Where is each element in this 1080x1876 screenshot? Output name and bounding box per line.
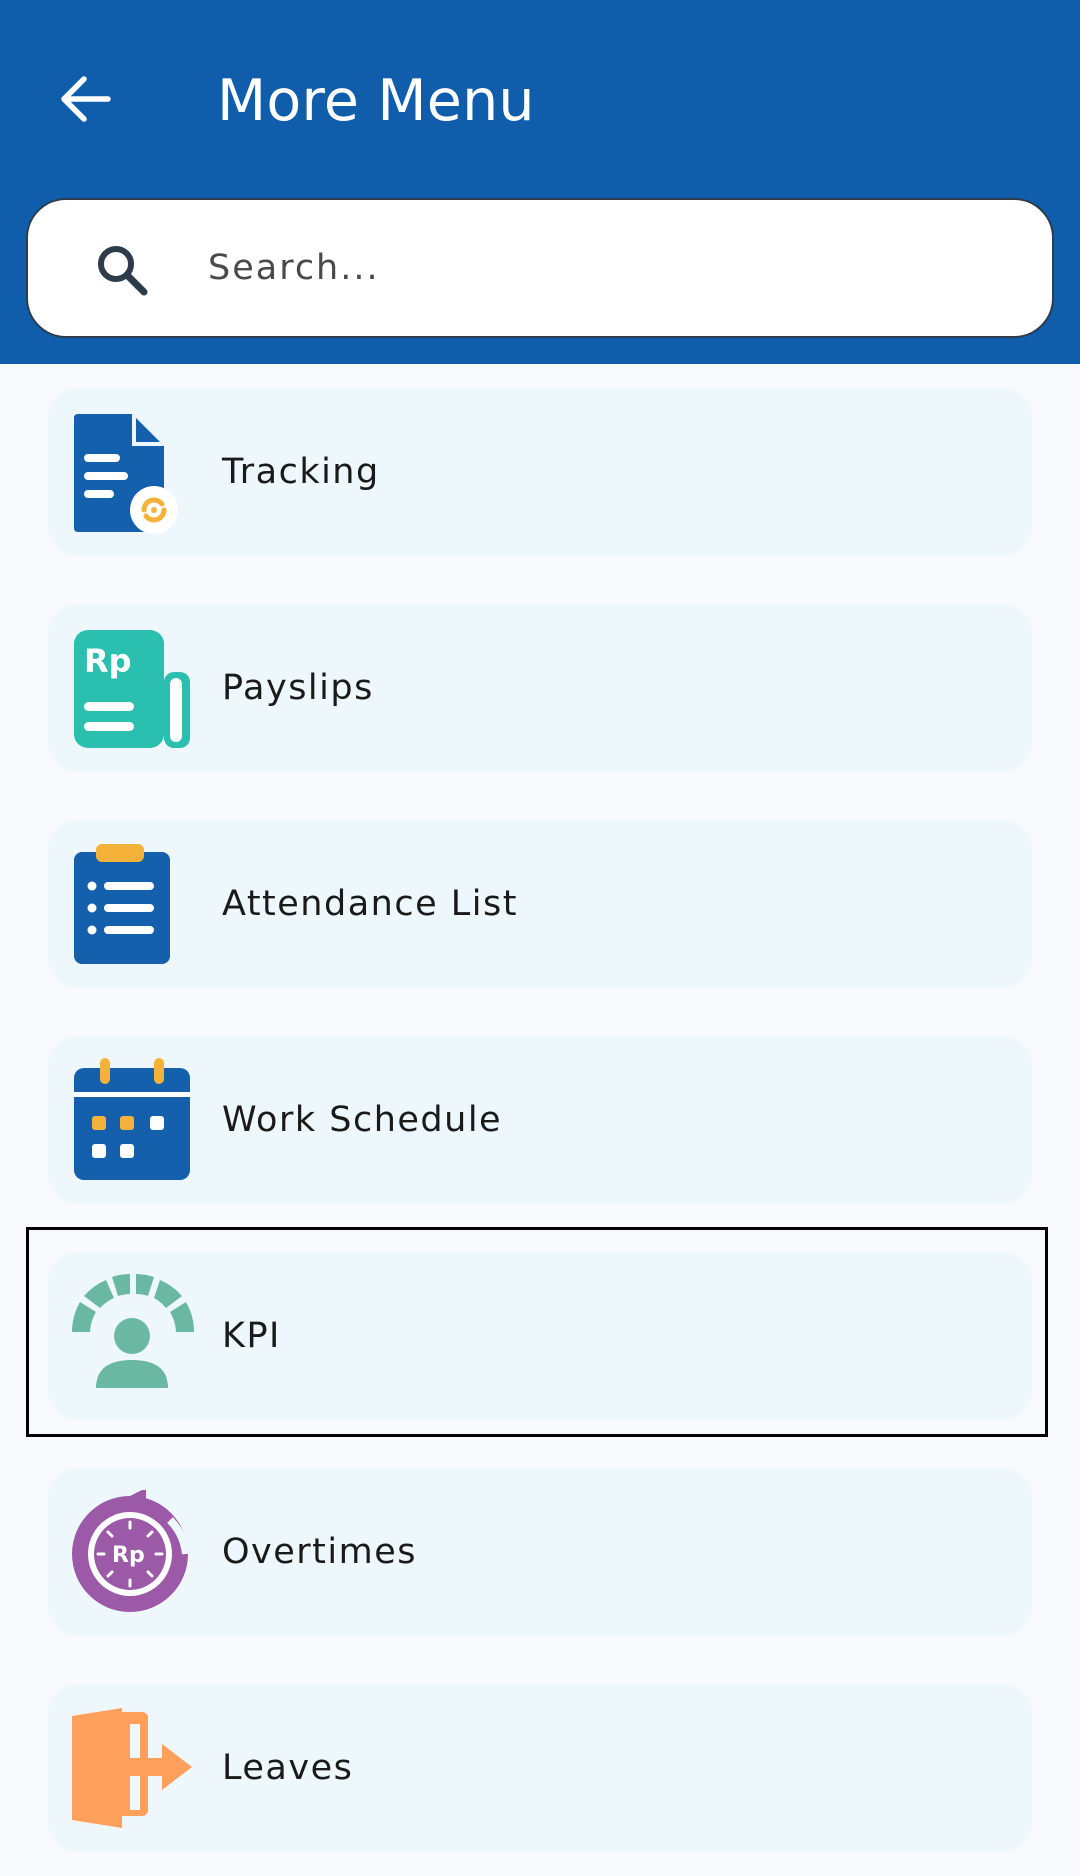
overtime-clock-rp-icon: Rp (72, 1490, 190, 1612)
menu-item-label: Overtimes (222, 1532, 417, 1572)
clipboard-list-icon (74, 844, 170, 964)
arrow-left-icon (61, 76, 111, 122)
menu-item-kpi[interactable]: KPI (48, 1252, 1032, 1420)
exit-door-icon (72, 1708, 192, 1828)
page-title: More Menu (217, 68, 535, 134)
back-button[interactable] (48, 62, 122, 136)
menu-item-work-schedule[interactable]: Work Schedule (48, 1036, 1032, 1204)
kpi-person-gauge-icon (71, 1274, 194, 1388)
app-bar: More Menu (0, 0, 1080, 364)
search-input[interactable] (208, 230, 1008, 306)
menu-item-leaves[interactable]: Leaves (48, 1684, 1032, 1852)
menu-item-payslips[interactable]: Rp Payslips (48, 604, 1032, 772)
search-bar[interactable] (26, 198, 1054, 338)
menu-item-label: Work Schedule (222, 1100, 503, 1140)
menu-item-label: Attendance List (222, 884, 518, 924)
svg-text:Rp: Rp (112, 1543, 145, 1568)
search-icon (98, 246, 148, 296)
menu-item-label: KPI (222, 1316, 281, 1356)
calendar-icon (74, 1058, 190, 1180)
menu-item-attendance-list[interactable]: Attendance List (48, 820, 1032, 988)
menu-item-label: Payslips (222, 668, 374, 708)
menu-item-label: Leaves (222, 1748, 354, 1788)
svg-text:Rp: Rp (84, 642, 132, 680)
menu-item-overtimes[interactable]: Rp Overtimes (48, 1468, 1032, 1636)
payslip-rp-icon: Rp (74, 630, 190, 748)
document-sync-icon (74, 414, 178, 534)
menu-item-label: Tracking (222, 452, 380, 492)
menu-item-tracking[interactable]: Tracking (48, 388, 1032, 556)
